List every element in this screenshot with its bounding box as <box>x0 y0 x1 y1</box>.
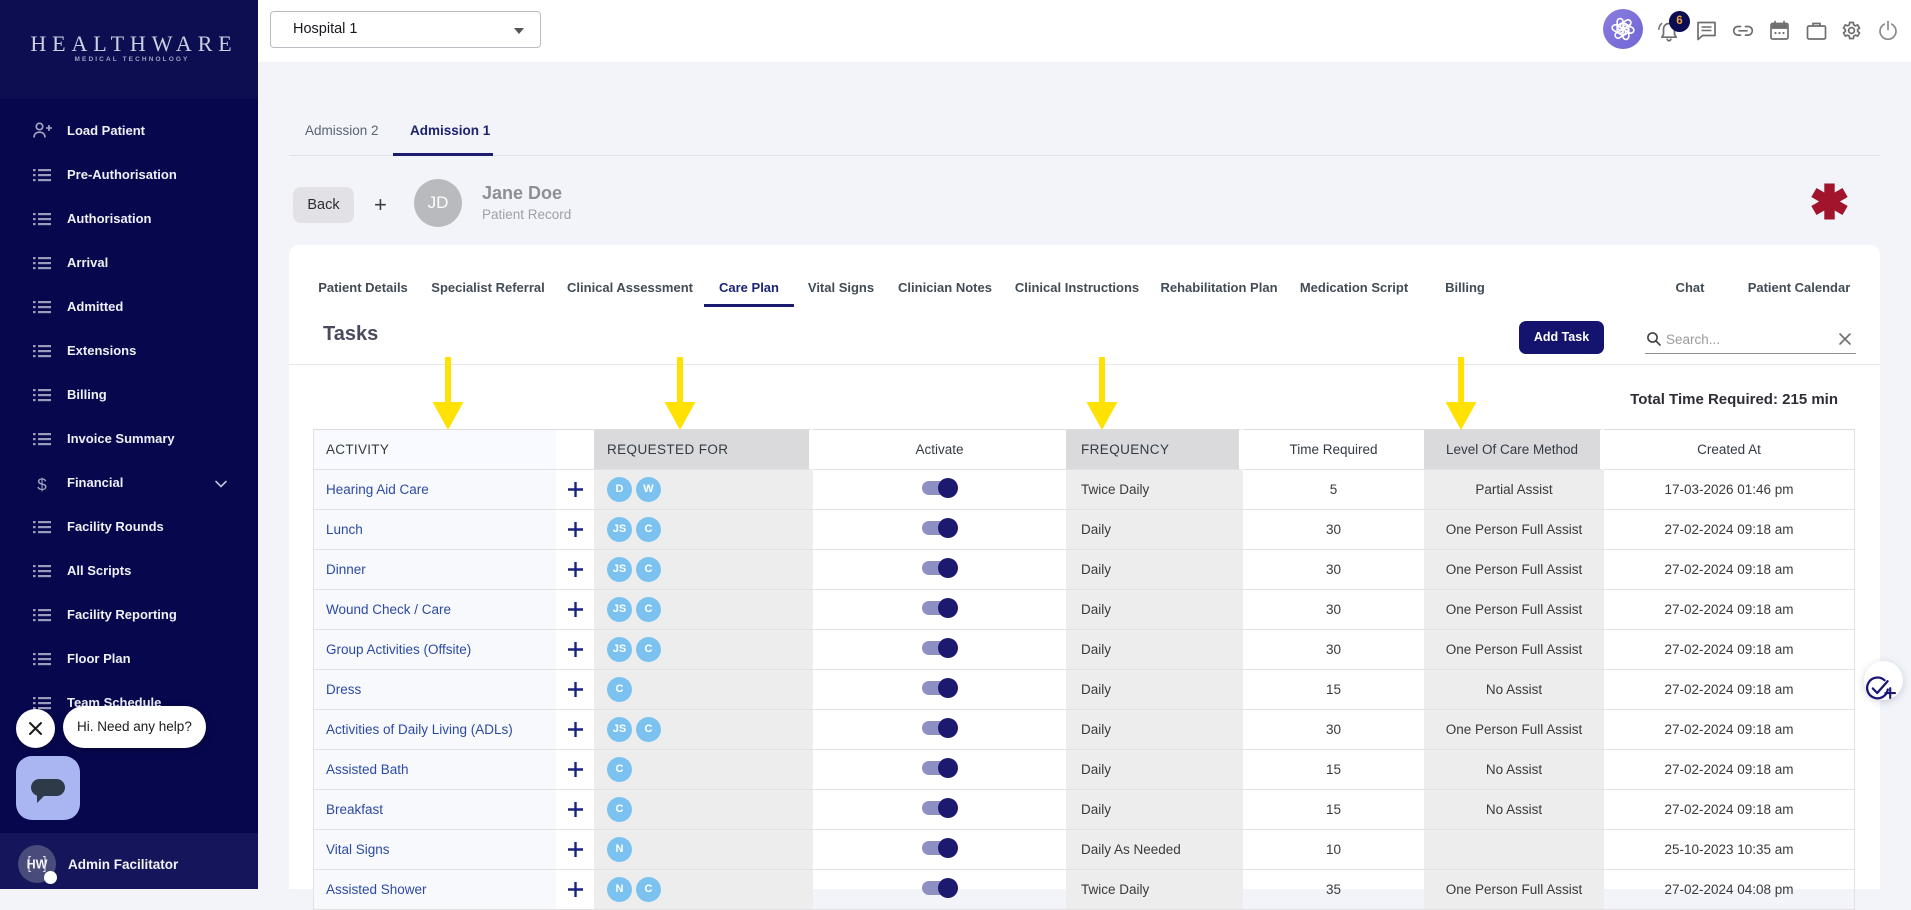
svg-text:$: $ <box>37 475 47 494</box>
svg-text:HW: HW <box>27 858 48 872</box>
